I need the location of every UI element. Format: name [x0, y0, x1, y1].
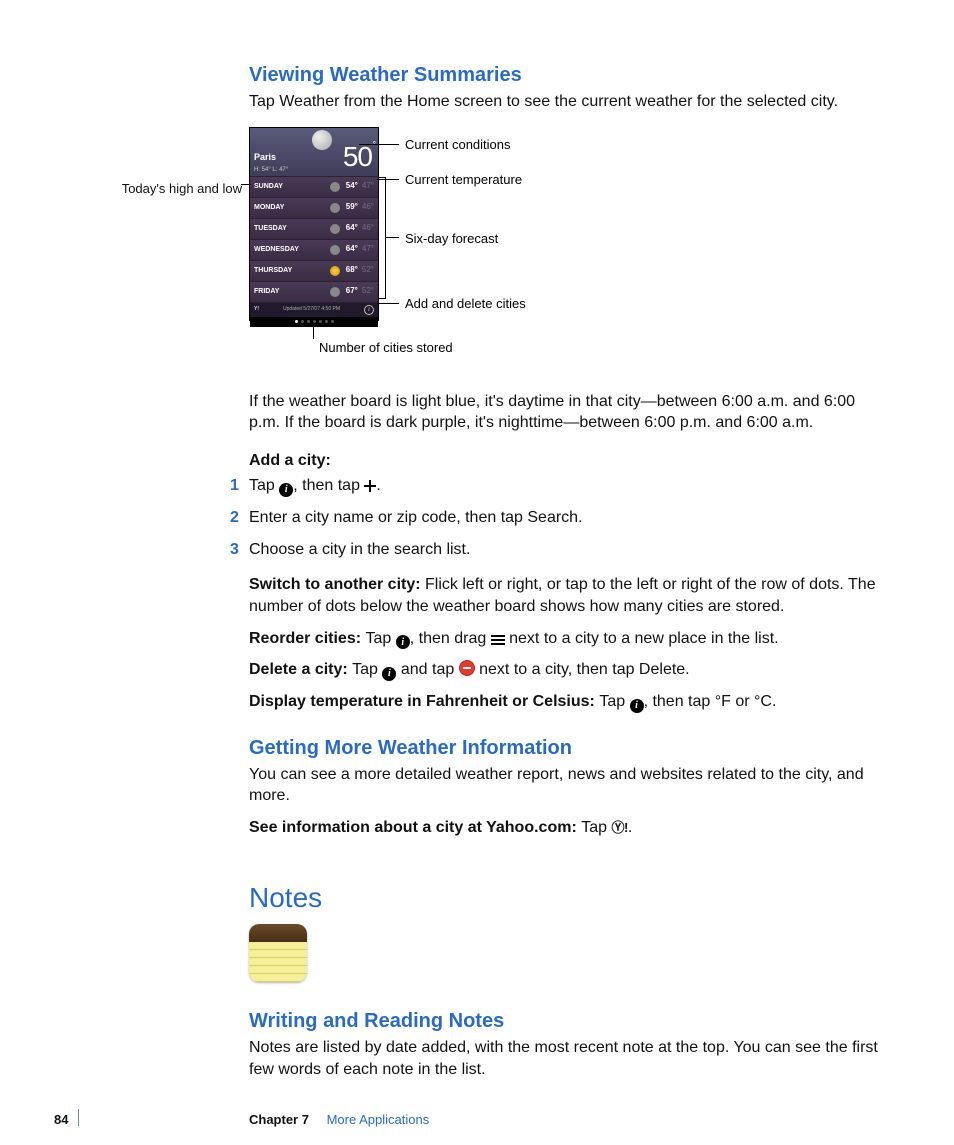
chapter-title: More Applications	[327, 1112, 430, 1127]
add-city-heading: Add a city:	[249, 452, 331, 469]
step-number: 2	[230, 507, 239, 529]
yahoo-icon: Ⓨ!	[611, 820, 627, 835]
notes-app-icon	[249, 924, 307, 982]
step-2: Enter a city name or zip code, then tap …	[249, 509, 583, 526]
heading-notes: Notes	[249, 879, 879, 917]
intro-paragraph: Tap Weather from the Home screen to see …	[249, 91, 879, 113]
reorder-paragraph: Reorder cities: Tap i, then drag next to…	[249, 628, 879, 650]
drag-handle-icon	[491, 635, 505, 645]
info-icon: i	[396, 635, 410, 649]
info-icon: i	[630, 699, 644, 713]
delete-paragraph: Delete a city: Tap i and tap next to a c…	[249, 659, 879, 681]
units-paragraph: Display temperature in Fahrenheit or Cel…	[249, 691, 879, 713]
heading-writing-reading-notes: Writing and Reading Notes	[249, 1008, 879, 1035]
info-icon: i	[382, 667, 396, 681]
page-number: 84	[54, 1111, 68, 1129]
notes-paragraph: Notes are listed by date added, with the…	[249, 1037, 879, 1080]
daynight-paragraph: If the weather board is light blue, it's…	[249, 391, 879, 434]
plus-icon	[364, 480, 376, 492]
heading-viewing-weather: Viewing Weather Summaries	[249, 62, 879, 89]
more-info-paragraph: You can see a more detailed weather repo…	[249, 764, 879, 807]
step-1: Tap i, then tap .	[249, 477, 381, 494]
callout-add-delete: Add and delete cities	[405, 295, 526, 313]
callout-today-hl: Today's high and low	[102, 180, 242, 198]
yahoo-paragraph: See information about a city at Yahoo.co…	[249, 817, 879, 839]
switch-city-paragraph: Switch to another city: Flick left or ri…	[249, 574, 879, 617]
callout-temperature: Current temperature	[405, 171, 522, 189]
step-number: 1	[230, 475, 239, 497]
delete-circle-icon	[459, 660, 475, 676]
step-3: Choose a city in the search list.	[249, 541, 470, 558]
step-number: 3	[230, 539, 239, 561]
callout-forecast: Six-day forecast	[405, 230, 498, 248]
callout-dots: Number of cities stored	[319, 339, 453, 357]
weather-diagram: Paris H: 54° L: 47° 50 ° SUNDAY54°47°MON…	[249, 127, 879, 377]
heading-more-weather-info: Getting More Weather Information	[249, 735, 879, 762]
callout-conditions: Current conditions	[405, 136, 511, 154]
info-icon: i	[279, 483, 293, 497]
chapter-label: Chapter 7	[249, 1112, 309, 1127]
